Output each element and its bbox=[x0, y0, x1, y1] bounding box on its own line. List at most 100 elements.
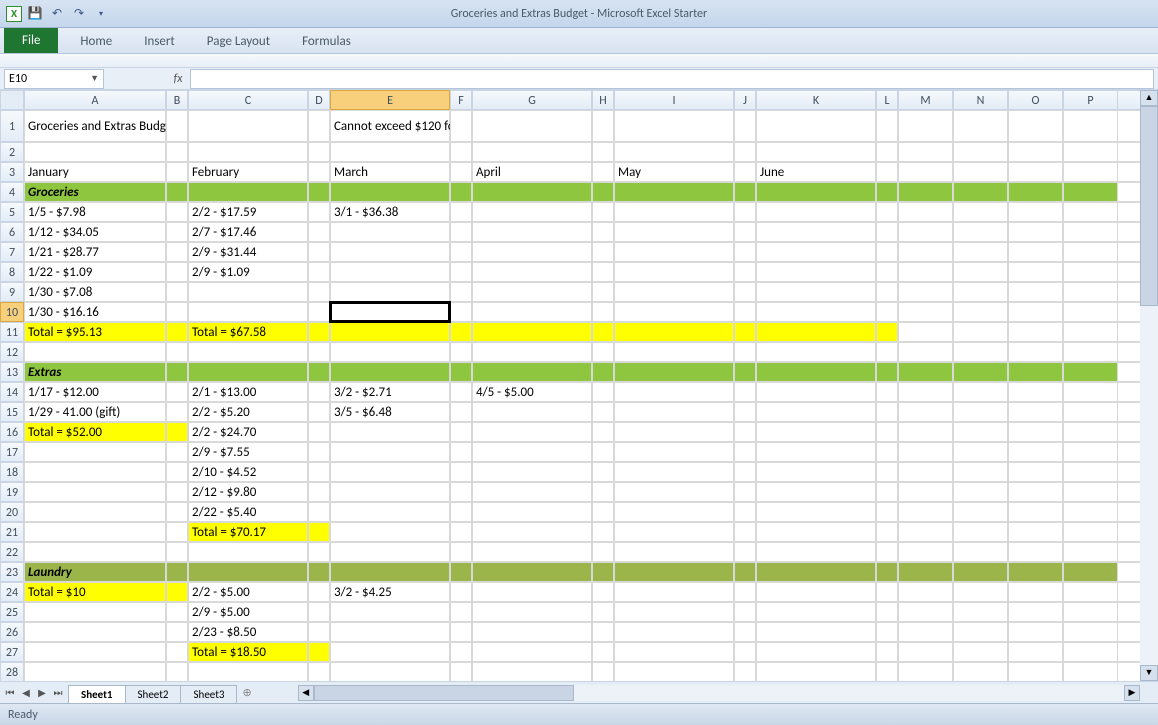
cell-H24[interactable] bbox=[592, 582, 614, 602]
cell-J20[interactable] bbox=[734, 502, 756, 522]
cell-L2[interactable] bbox=[876, 142, 898, 162]
cell-F25[interactable] bbox=[450, 602, 472, 622]
cell-H8[interactable] bbox=[592, 262, 614, 282]
cell-G24[interactable] bbox=[472, 582, 592, 602]
row-header-22[interactable]: 22 bbox=[0, 542, 24, 562]
cell-O15[interactable] bbox=[1008, 402, 1063, 422]
cell-O24[interactable] bbox=[1008, 582, 1063, 602]
cell-F22[interactable] bbox=[450, 542, 472, 562]
cell-K27[interactable] bbox=[756, 642, 876, 662]
sheet-tab-2[interactable]: Sheet2 bbox=[125, 685, 182, 703]
cell-B25[interactable] bbox=[166, 602, 188, 622]
cell-N8[interactable] bbox=[953, 262, 1008, 282]
cell-M3[interactable] bbox=[898, 162, 953, 182]
cell-P7[interactable] bbox=[1063, 242, 1118, 262]
cell-B10[interactable] bbox=[166, 302, 188, 322]
col-header-O[interactable]: O bbox=[1008, 90, 1063, 110]
cell-A16[interactable]: Total = $52.00 bbox=[24, 422, 166, 442]
col-header-G[interactable]: G bbox=[472, 90, 592, 110]
cell-E14[interactable]: 3/2 - $2.71 bbox=[330, 382, 450, 402]
cell-A9[interactable]: 1/30 - $7.08 bbox=[24, 282, 166, 302]
cell-N21[interactable] bbox=[953, 522, 1008, 542]
cell-I28[interactable] bbox=[614, 662, 734, 682]
cell-M27[interactable] bbox=[898, 642, 953, 662]
cell-C8[interactable]: 2/9 - $1.09 bbox=[188, 262, 308, 282]
cell-M7[interactable] bbox=[898, 242, 953, 262]
cell-D12[interactable] bbox=[308, 342, 330, 362]
cell-H19[interactable] bbox=[592, 482, 614, 502]
cell-D19[interactable] bbox=[308, 482, 330, 502]
cell-K18[interactable] bbox=[756, 462, 876, 482]
cell-M16[interactable] bbox=[898, 422, 953, 442]
cell-L14[interactable] bbox=[876, 382, 898, 402]
cell-O1[interactable] bbox=[1008, 110, 1063, 142]
cell-M11[interactable] bbox=[898, 322, 953, 342]
cell-M8[interactable] bbox=[898, 262, 953, 282]
cell-B5[interactable] bbox=[166, 202, 188, 222]
cell-B3[interactable] bbox=[166, 162, 188, 182]
cell-E8[interactable] bbox=[330, 262, 450, 282]
cell-E16[interactable] bbox=[330, 422, 450, 442]
scroll-right-icon[interactable]: ▶ bbox=[1124, 685, 1140, 701]
cell-P24[interactable] bbox=[1063, 582, 1118, 602]
cell-N4[interactable] bbox=[953, 182, 1008, 202]
cell-H1[interactable] bbox=[592, 110, 614, 142]
cell-M15[interactable] bbox=[898, 402, 953, 422]
cell-H26[interactable] bbox=[592, 622, 614, 642]
cell-L13[interactable] bbox=[876, 362, 898, 382]
cell-J11[interactable] bbox=[734, 322, 756, 342]
cell-B8[interactable] bbox=[166, 262, 188, 282]
cell-I22[interactable] bbox=[614, 542, 734, 562]
cell-G1[interactable] bbox=[472, 110, 592, 142]
cell-F18[interactable] bbox=[450, 462, 472, 482]
cell-D7[interactable] bbox=[308, 242, 330, 262]
cell-D18[interactable] bbox=[308, 462, 330, 482]
cell-M24[interactable] bbox=[898, 582, 953, 602]
vertical-scrollbar[interactable]: ▲ ▼ bbox=[1140, 90, 1158, 681]
scroll-up-icon[interactable]: ▲ bbox=[1140, 90, 1158, 106]
cell-E11[interactable] bbox=[330, 322, 450, 342]
name-box-dropdown-icon[interactable]: ▼ bbox=[90, 73, 99, 84]
cell-G12[interactable] bbox=[472, 342, 592, 362]
cell-K13[interactable] bbox=[756, 362, 876, 382]
cell-A24[interactable]: Total = $10 bbox=[24, 582, 166, 602]
cell-G5[interactable] bbox=[472, 202, 592, 222]
cell-B23[interactable] bbox=[166, 562, 188, 582]
cell-O4[interactable] bbox=[1008, 182, 1063, 202]
cell-E1[interactable]: Cannot exceed $120 for Groceries, $100 f… bbox=[330, 110, 450, 142]
cell-I25[interactable] bbox=[614, 602, 734, 622]
cell-A5[interactable]: 1/5 - $7.98 bbox=[24, 202, 166, 222]
horizontal-scrollbar[interactable]: ◀ ▶ bbox=[298, 685, 1140, 701]
row-header-6[interactable]: 6 bbox=[0, 222, 24, 242]
cell-P18[interactable] bbox=[1063, 462, 1118, 482]
row-header-13[interactable]: 13 bbox=[0, 362, 24, 382]
cell-L15[interactable] bbox=[876, 402, 898, 422]
cell-M10[interactable] bbox=[898, 302, 953, 322]
col-header-N[interactable]: N bbox=[953, 90, 1008, 110]
cell-J13[interactable] bbox=[734, 362, 756, 382]
cell-O22[interactable] bbox=[1008, 542, 1063, 562]
cell-P6[interactable] bbox=[1063, 222, 1118, 242]
cell-A13[interactable]: Extras bbox=[24, 362, 166, 382]
cell-I20[interactable] bbox=[614, 502, 734, 522]
cell-H3[interactable] bbox=[592, 162, 614, 182]
cell-P9[interactable] bbox=[1063, 282, 1118, 302]
cell-M22[interactable] bbox=[898, 542, 953, 562]
cell-M19[interactable] bbox=[898, 482, 953, 502]
cell-J6[interactable] bbox=[734, 222, 756, 242]
cell-N25[interactable] bbox=[953, 602, 1008, 622]
cell-M23[interactable] bbox=[898, 562, 953, 582]
cell-N14[interactable] bbox=[953, 382, 1008, 402]
cell-F28[interactable] bbox=[450, 662, 472, 682]
cell-H22[interactable] bbox=[592, 542, 614, 562]
cell-L25[interactable] bbox=[876, 602, 898, 622]
cell-K15[interactable] bbox=[756, 402, 876, 422]
cell-I9[interactable] bbox=[614, 282, 734, 302]
cell-F7[interactable] bbox=[450, 242, 472, 262]
row-header-14[interactable]: 14 bbox=[0, 382, 24, 402]
cell-H10[interactable] bbox=[592, 302, 614, 322]
cell-F15[interactable] bbox=[450, 402, 472, 422]
cell-B6[interactable] bbox=[166, 222, 188, 242]
cell-I4[interactable] bbox=[614, 182, 734, 202]
cell-J3[interactable] bbox=[734, 162, 756, 182]
